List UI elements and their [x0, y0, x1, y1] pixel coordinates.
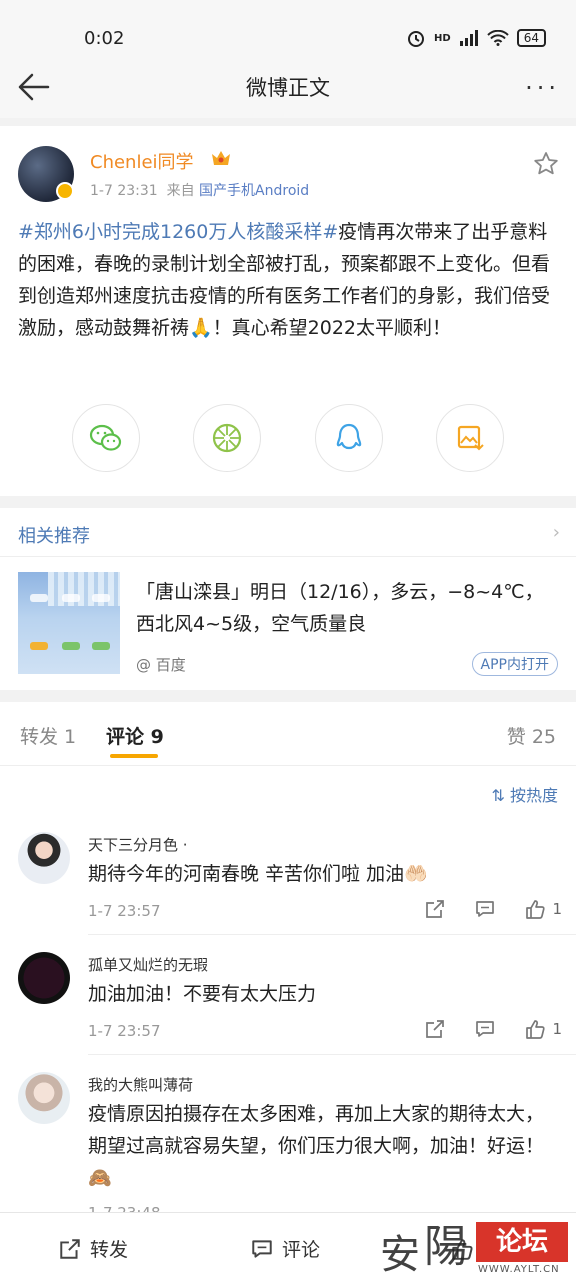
nav-bar: 微博正文 ··· — [0, 58, 576, 118]
comment-actions: 1 — [424, 1018, 562, 1040]
thumbs-up-icon — [526, 900, 546, 919]
share-qq-button[interactable] — [314, 404, 383, 472]
bottom-repost-button[interactable]: 转发 — [58, 1235, 128, 1262]
comment-actions: 1 — [424, 898, 562, 920]
thumbnail-aqi-badge — [92, 642, 110, 650]
like-button[interactable]: 1 — [524, 1018, 562, 1040]
battery-indicator: 64 — [516, 29, 546, 47]
repost-icon — [60, 1238, 80, 1259]
thumbnail-aqi-badge — [62, 642, 80, 650]
post-meta: 1-7 23:31 来自 国产手机Android — [90, 180, 309, 200]
status-icons: HD 64 — [406, 28, 546, 48]
interaction-tabs: 转发 1 评论 9 赞 25 — [0, 702, 576, 766]
tab-repost[interactable]: 转发 1 — [20, 722, 76, 749]
commenter-avatar[interactable] — [18, 952, 70, 1004]
comment-text: 加油加油！不要有太大压力 — [88, 983, 317, 1005]
related-recommend-card[interactable]: 相关推荐 › 「唐山滦县」明日（12/16），多云，−8~4℃，西北风4~5级，… — [0, 508, 576, 690]
thumbnail-cloud-icon — [92, 594, 110, 602]
recommend-source: @ 百度 — [136, 656, 186, 674]
recommend-thumbnail[interactable] — [18, 572, 120, 674]
divider — [88, 934, 576, 935]
post-text: #郑州6小时完成1260万人核酸采样#疫情再次带来了出乎意料的困难，春晚的录制计… — [18, 216, 563, 344]
post-card: Chenlei同学 1-7 23:31 来自 国产手机Android #郑州6小… — [0, 126, 576, 496]
save-image-button[interactable] — [435, 404, 504, 472]
chevron-right-icon[interactable]: › — [553, 522, 560, 543]
watermark-text: 陽 — [424, 1221, 468, 1272]
watermark-url: WWW.AYLT.CN — [478, 1264, 560, 1275]
status-time: 0:02 — [84, 28, 125, 49]
commenter-avatar[interactable] — [18, 832, 70, 884]
commenter-name[interactable]: 我的大熊叫薄荷 — [88, 1074, 193, 1095]
sort-label: 按热度 — [509, 786, 558, 805]
commenter-avatar[interactable] — [18, 1072, 70, 1124]
watermark-box: 论坛 — [476, 1222, 568, 1262]
like-count: 1 — [552, 900, 562, 918]
repost-icon[interactable] — [424, 1018, 446, 1040]
commenter-name[interactable]: 孤单又灿烂的无瑕 — [88, 954, 208, 975]
tab-likes[interactable]: 赞 25 — [507, 722, 556, 749]
comment-icon — [252, 1239, 272, 1258]
comment-time: 1-7 23:48 — [88, 1204, 161, 1212]
comment-time: 1-7 23:57 — [88, 1022, 161, 1040]
thumbnail-cloud-icon — [62, 594, 80, 602]
share-row — [72, 404, 504, 472]
repost-icon[interactable] — [424, 898, 446, 920]
site-watermark: 安 陽 论坛 WWW.AYLT.CN — [380, 1218, 570, 1278]
open-in-app-button[interactable]: APP内打开 — [471, 652, 558, 676]
post-source[interactable]: 国产手机Android — [199, 183, 309, 199]
more-menu-button[interactable]: ··· — [525, 74, 560, 102]
share-wechat-button[interactable] — [72, 404, 140, 472]
comment-list: ⇅ 按热度 天下三分月色 · 期待今年的河南春晚 辛苦你们啦 加油🤲🏻 1-7 … — [0, 766, 576, 1212]
watermark-text: 安 — [380, 1232, 420, 1278]
save-image-icon — [457, 425, 484, 451]
bottom-comment-label: 评论 — [282, 1239, 321, 1261]
qq-icon — [336, 423, 361, 450]
vip-crown-icon — [212, 151, 230, 165]
comment-icon[interactable] — [474, 1018, 496, 1040]
comment-text: 期待今年的河南春晚 辛苦你们啦 加油🤲🏻 — [88, 863, 428, 885]
comment-icon[interactable] — [474, 898, 496, 920]
bottom-comment-button[interactable]: 评论 — [250, 1235, 320, 1262]
thumbnail-aqi-badge — [30, 642, 48, 650]
wechat-icon — [89, 424, 122, 451]
comment-time: 1-7 23:57 — [88, 902, 161, 920]
verified-badge-icon — [56, 182, 74, 200]
favorite-star-icon[interactable] — [532, 150, 560, 178]
post-hashtag[interactable]: #郑州6小时完成1260万人核酸采样# — [18, 221, 338, 243]
commenter-name[interactable]: 天下三分月色 · — [88, 834, 188, 855]
share-moments-button[interactable] — [193, 404, 262, 472]
sort-by-hot-button[interactable]: ⇅ 按热度 — [491, 782, 558, 806]
post-source-prefix: 来自 — [166, 183, 195, 199]
signal-icon — [459, 30, 478, 46]
comment-text: 疫情原因拍摄存在太多困难，再加上大家的期待太大，期望过高就容易失望，你们压力很大… — [88, 1103, 545, 1189]
tab-comments[interactable]: 评论 9 — [106, 722, 164, 749]
post-date: 1-7 23:31 — [90, 183, 158, 199]
divider — [88, 1054, 576, 1055]
network-type: HD — [434, 32, 451, 44]
wifi-icon — [487, 30, 509, 46]
like-count: 1 — [552, 1020, 562, 1038]
active-tab-indicator — [110, 754, 158, 758]
bottom-repost-label: 转发 — [90, 1239, 129, 1261]
thumbnail-cloud-icon — [30, 594, 48, 602]
moments-icon — [213, 423, 242, 453]
like-button[interactable]: 1 — [524, 898, 562, 920]
alarm-icon — [408, 31, 425, 47]
divider — [0, 556, 576, 557]
author-name[interactable]: Chenlei同学 — [90, 148, 194, 174]
sort-icon: ⇅ — [491, 786, 505, 805]
recommend-text[interactable]: 「唐山滦县」明日（12/16），多云，−8~4℃，西北风4~5级，空气质量良 — [136, 576, 562, 640]
page-title: 微博正文 — [246, 76, 330, 100]
recommend-heading: 相关推荐 — [18, 526, 90, 547]
thumbs-up-icon — [526, 1020, 546, 1039]
